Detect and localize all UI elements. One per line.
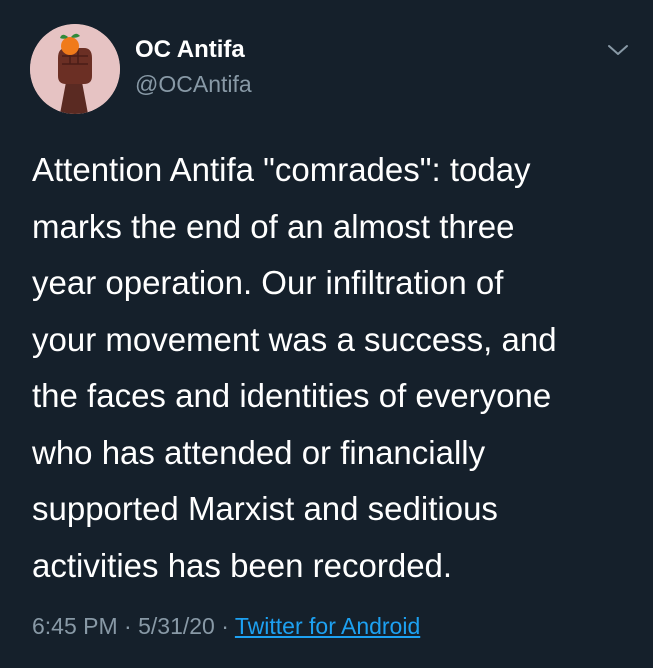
tweet-text-line: marks the end of an almost three [32, 207, 515, 245]
tweet-card: OC Antifa @OCAntifa Attention Antifa "co… [0, 0, 653, 668]
avatar[interactable] [30, 24, 120, 114]
tweet-text-line: who has attended or financially [32, 433, 486, 471]
meta-separator: · [214, 613, 235, 639]
tweet-text-line: Attention Antifa "comrades": today [32, 151, 531, 188]
tweet-date[interactable]: 5/31/20 [138, 613, 215, 639]
meta-separator: · [117, 613, 139, 639]
display-name[interactable]: OC Antifa [135, 36, 245, 64]
source-link[interactable]: Twitter for Android [235, 613, 420, 639]
tweet-text-line: the faces and identities of everyone [32, 377, 552, 414]
chevron-down-icon[interactable] [606, 40, 630, 60]
tweet-time[interactable]: 6:45 PM [32, 613, 118, 639]
raised-fist-icon [30, 24, 120, 114]
tweet-text-line: activities has been recorded. [32, 546, 453, 584]
user-handle[interactable]: @OCAntifa [135, 70, 252, 98]
tweet-meta: 6:45 PM · 5/31/20 · Twitter for Android [32, 611, 420, 641]
tweet-text-line: your movement was a success, and [32, 320, 557, 358]
tweet-text: Attention Antifa "comrades": today marks… [32, 142, 632, 594]
tweet-text-line: year operation. Our infiltration of [32, 264, 504, 301]
tweet-text-line: supported Marxist and seditious [32, 490, 498, 527]
